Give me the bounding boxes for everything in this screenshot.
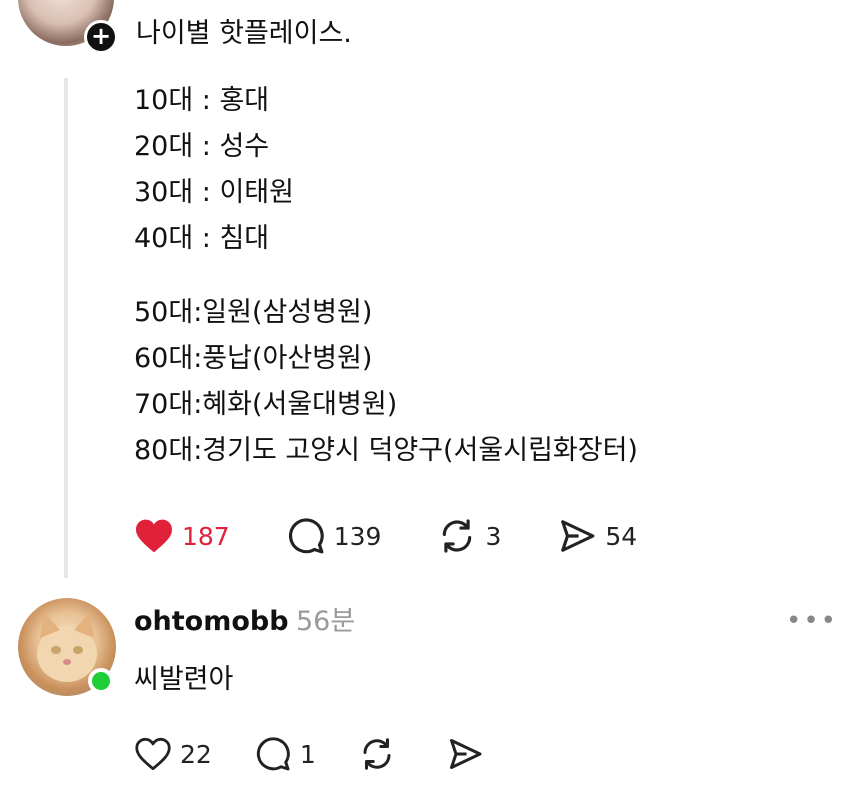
comment-username[interactable]: ohtomobb [134,602,289,642]
post-line: 50대:일원(삼성병원) [134,297,373,328]
thread-line [64,78,68,578]
post-body-group2: 50대:일원(삼성병원) 60대:풍납(아산병원) 70대:혜화(서울대병원) … [134,290,638,474]
post-line: 40대 : 침대 [134,223,270,254]
comment-repost-button[interactable] [358,736,404,772]
comment-count: 139 [333,521,382,551]
share-icon [561,520,595,552]
comment-like-button[interactable]: 22 [134,737,212,771]
post-line: 20대 : 성수 [134,131,270,162]
heart-icon [136,519,172,553]
post-title: 나이별 핫플레이스. [136,18,352,49]
post-line: 10대 : 홍대 [134,85,270,116]
follow-plus-icon[interactable]: + [84,20,118,54]
more-icon[interactable]: ••• [786,606,838,636]
comment-reply-button[interactable]: 1 [254,736,316,772]
post-line: 80대:경기도 고양시 덕양구(서울시립화장터) [134,435,638,466]
comment-like-count: 22 [180,739,212,769]
online-status-dot [88,668,114,694]
heart-icon [135,737,171,771]
share-count: 54 [605,521,638,551]
post-line: 60대:풍납(아산병원) [134,343,373,374]
like-button[interactable]: 187 [134,518,230,554]
comment-actions: 22 1 [134,732,534,776]
repost-button[interactable]: 3 [437,517,501,555]
post-body-group1: 10대 : 홍대 20대 : 성수 30대 : 이태원 40대 : 침대 [134,78,294,262]
comment-text: 씨발련아 [134,664,234,695]
comment-icon [288,518,324,554]
repost-icon [363,738,391,770]
comment-timestamp: 56분 [296,606,356,637]
comment-button[interactable]: 139 [286,517,382,555]
repost-icon [443,519,472,553]
comment-reply-count: 1 [299,739,316,769]
share-icon [449,739,482,769]
post-line: 30대 : 이태원 [134,177,294,208]
post-line: 70대:혜화(서울대병원) [134,389,398,420]
post-actions: 187 139 3 54 [134,514,693,558]
comment-share-button[interactable] [446,736,492,772]
comment-icon [256,737,290,771]
share-button[interactable]: 54 [557,517,637,555]
like-count: 187 [182,521,230,551]
repost-count: 3 [485,521,502,551]
